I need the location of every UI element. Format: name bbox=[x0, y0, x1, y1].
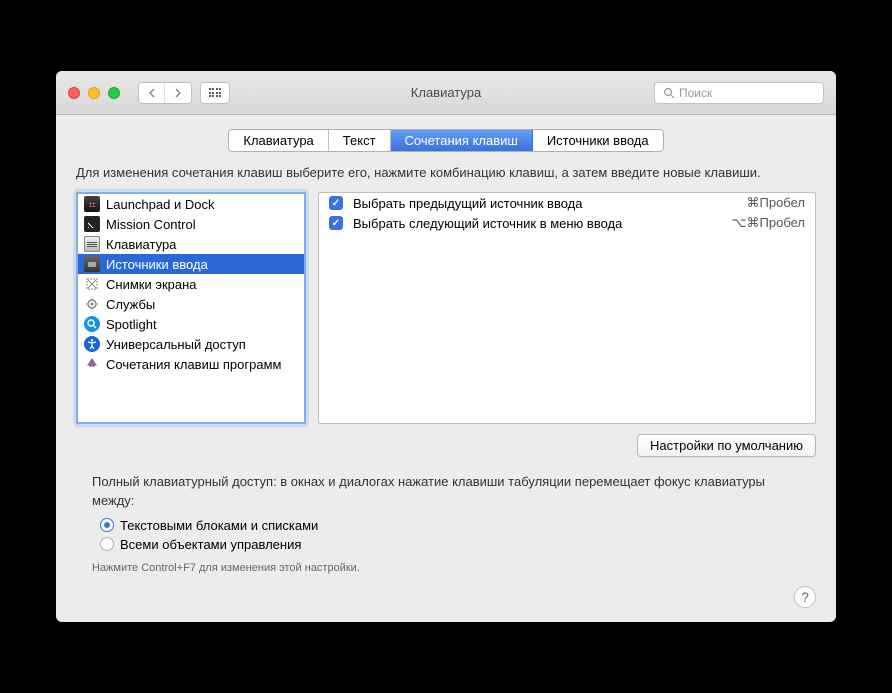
shortcut-label: Выбрать предыдущий источник ввода bbox=[353, 196, 737, 211]
restore-defaults-button[interactable]: Настройки по умолчанию bbox=[637, 434, 816, 457]
category-label: Launchpad и Dock bbox=[106, 197, 214, 212]
forward-button[interactable] bbox=[165, 83, 191, 103]
spotlight-icon bbox=[84, 316, 100, 332]
category-launchpad[interactable]: Launchpad и Dock bbox=[78, 194, 304, 214]
launchpad-icon bbox=[84, 196, 100, 212]
input-icon bbox=[84, 256, 100, 272]
panels: Launchpad и Dock Mission Control Клавиатур… bbox=[76, 192, 816, 424]
category-list[interactable]: Launchpad и Dock Mission Control Клавиатур… bbox=[76, 192, 306, 424]
category-keyboard[interactable]: Клавиатура bbox=[78, 234, 304, 254]
category-input[interactable]: Источники ввода bbox=[78, 254, 304, 274]
search-input[interactable]: Поиск bbox=[654, 82, 824, 104]
screenshot-icon bbox=[84, 276, 100, 292]
radio-all-controls[interactable]: Всеми объектами управления bbox=[100, 535, 804, 554]
tab-Клавиатура[interactable]: Клавиатура bbox=[229, 130, 328, 151]
category-label: Универсальный доступ bbox=[106, 337, 246, 352]
show-all-button[interactable] bbox=[200, 82, 230, 104]
search-icon bbox=[663, 87, 675, 99]
tab-Текст[interactable]: Текст bbox=[329, 130, 391, 151]
search-placeholder: Поиск bbox=[679, 86, 712, 100]
content-area: КлавиатураТекстСочетания клавишИсточники… bbox=[56, 115, 836, 622]
radio-label: Текстовыми блоками и списками bbox=[120, 518, 318, 533]
help-button[interactable]: ? bbox=[794, 586, 816, 608]
category-label: Сочетания клавиш программ bbox=[106, 357, 281, 372]
mission-icon bbox=[84, 216, 100, 232]
toolbar-nav bbox=[138, 82, 230, 104]
back-button[interactable] bbox=[139, 83, 165, 103]
traffic-lights bbox=[68, 87, 120, 99]
minimize-icon[interactable] bbox=[88, 87, 100, 99]
accessibility-icon bbox=[84, 336, 100, 352]
category-app[interactable]: Сочетания клавиш программ bbox=[78, 354, 304, 374]
category-screenshot[interactable]: Снимки экрана bbox=[78, 274, 304, 294]
radio-label: Всеми объектами управления bbox=[120, 537, 301, 552]
app-icon bbox=[84, 356, 100, 372]
shortcut-row[interactable]: Выбрать предыдущий источник ввода ⌘Пробел bbox=[319, 193, 815, 213]
tab-Сочетания клавиш[interactable]: Сочетания клавиш bbox=[391, 130, 533, 151]
category-label: Источники ввода bbox=[106, 257, 208, 272]
nav-buttons bbox=[138, 82, 192, 104]
category-label: Spotlight bbox=[106, 317, 157, 332]
shortcut-keys: ⌥⌘Пробел bbox=[732, 215, 805, 231]
radio-icon bbox=[100, 537, 114, 551]
category-mission[interactable]: Mission Control bbox=[78, 214, 304, 234]
category-label: Mission Control bbox=[106, 217, 196, 232]
window-title: Клавиатура bbox=[411, 85, 481, 100]
services-icon bbox=[84, 296, 100, 312]
shortcut-list[interactable]: Выбрать предыдущий источник ввода ⌘Пробел… bbox=[318, 192, 816, 424]
category-spotlight[interactable]: Spotlight bbox=[78, 314, 304, 334]
radio-text-lists[interactable]: Текстовыми блоками и списками bbox=[100, 516, 804, 535]
footnote: Нажмите Control+F7 для изменения этой на… bbox=[92, 562, 804, 574]
category-label: Клавиатура bbox=[106, 237, 176, 252]
shortcut-checkbox[interactable] bbox=[329, 196, 343, 210]
keyboard-icon bbox=[84, 236, 100, 252]
category-label: Снимки экрана bbox=[106, 277, 197, 292]
preferences-window: Клавиатура Поиск КлавиатураТекстСочетани… bbox=[56, 71, 836, 622]
category-accessibility[interactable]: Универсальный доступ bbox=[78, 334, 304, 354]
category-label: Службы bbox=[106, 297, 155, 312]
radio-icon bbox=[100, 518, 114, 532]
close-icon[interactable] bbox=[68, 87, 80, 99]
titlebar: Клавиатура Поиск bbox=[56, 71, 836, 115]
shortcut-checkbox[interactable] bbox=[329, 216, 343, 230]
category-services[interactable]: Службы bbox=[78, 294, 304, 314]
shortcut-row[interactable]: Выбрать следующий источник в меню ввода ⌥… bbox=[319, 213, 815, 233]
instruction-text: Для изменения сочетания клавиш выберите … bbox=[76, 164, 816, 182]
tabs: КлавиатураТекстСочетания клавишИсточники… bbox=[76, 129, 816, 152]
tab-Источники ввода[interactable]: Источники ввода bbox=[533, 130, 663, 151]
zoom-icon[interactable] bbox=[108, 87, 120, 99]
shortcut-label: Выбрать следующий источник в меню ввода bbox=[353, 216, 722, 231]
access-description: Полный клавиатурный доступ: в окнах и ди… bbox=[92, 473, 804, 509]
full-keyboard-access: Полный клавиатурный доступ: в окнах и ди… bbox=[76, 473, 816, 573]
shortcut-keys: ⌘Пробел bbox=[747, 195, 806, 211]
